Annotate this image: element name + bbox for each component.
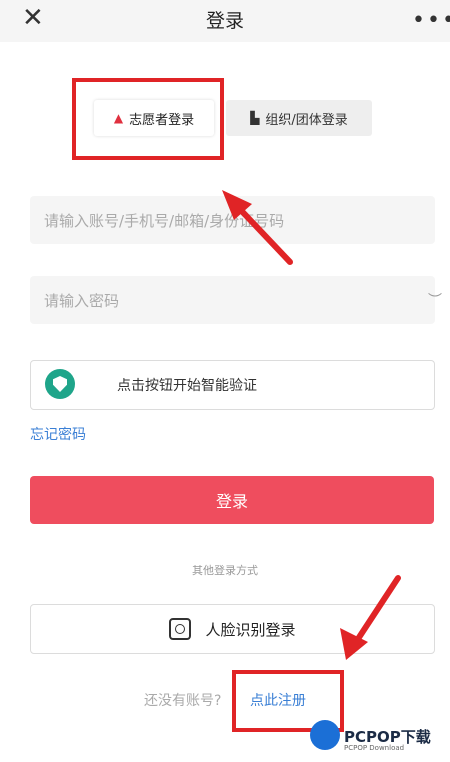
annotation-arrows [222,190,401,660]
annotation-arrow-down [353,575,401,645]
watermark-sub: PCPOP Download [344,744,405,752]
annotation-arrow-up [233,202,293,265]
watermark-logo [310,720,340,750]
